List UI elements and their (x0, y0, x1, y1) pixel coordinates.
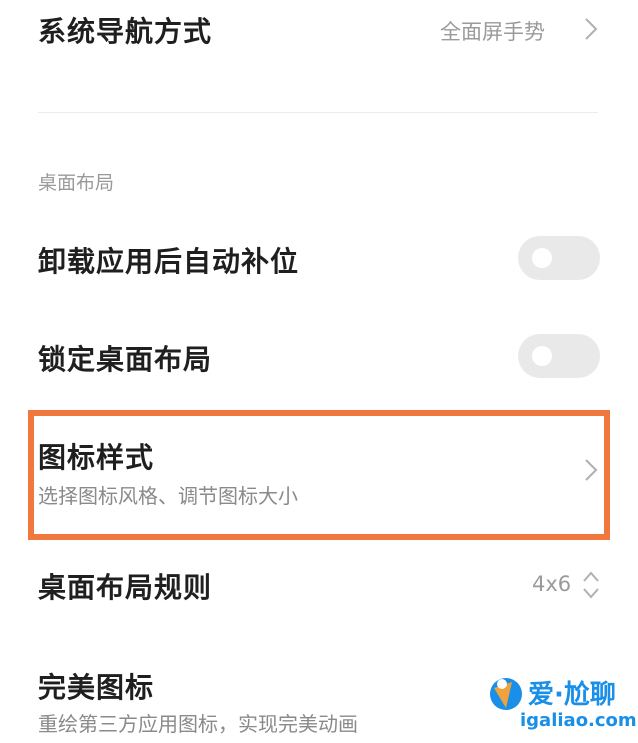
lock-layout-item: 锁定桌面布局 (0, 328, 638, 388)
layout-rule-title: 桌面布局规则 (38, 571, 213, 604)
auto-fill-item: 卸载应用后自动补位 (0, 230, 638, 290)
up-down-chevron-icon (583, 571, 599, 599)
auto-fill-toggle[interactable] (518, 236, 600, 280)
nav-mode-title: 系统导航方式 (38, 15, 213, 48)
icon-style-subtitle: 选择图标风格、调节图标大小 (38, 484, 298, 508)
watermark: 爱·尬聊 igaliao.com (482, 668, 637, 738)
icon-style-item[interactable]: 图标样式 选择图标风格、调节图标大小 (0, 420, 638, 530)
toggle-knob (532, 346, 552, 366)
auto-fill-title: 卸载应用后自动补位 (38, 245, 300, 278)
perfect-icon-subtitle: 重绘第三方应用图标，实现完美动画 (38, 712, 358, 736)
lock-layout-toggle[interactable] (518, 334, 600, 378)
layout-rule-value: 4x6 (532, 572, 572, 596)
layout-rule-item[interactable]: 桌面布局规则 4x6 (0, 556, 638, 616)
section-header: 桌面布局 (38, 172, 115, 194)
nav-mode-value: 全面屏手势 (440, 20, 545, 44)
lock-layout-title: 锁定桌面布局 (38, 343, 213, 376)
watermark-text: 爱·尬聊 (528, 680, 616, 710)
nav-mode-item[interactable]: 系统导航方式 全面屏手势 (0, 0, 638, 60)
chevron-right-icon (585, 18, 598, 40)
perfect-icon-title: 完美图标 (38, 671, 155, 704)
chevron-right-icon (585, 459, 598, 481)
divider (38, 112, 598, 113)
watermark-domain: igaliao.com (520, 710, 637, 731)
icon-style-title: 图标样式 (38, 441, 155, 474)
toggle-knob (532, 248, 552, 268)
